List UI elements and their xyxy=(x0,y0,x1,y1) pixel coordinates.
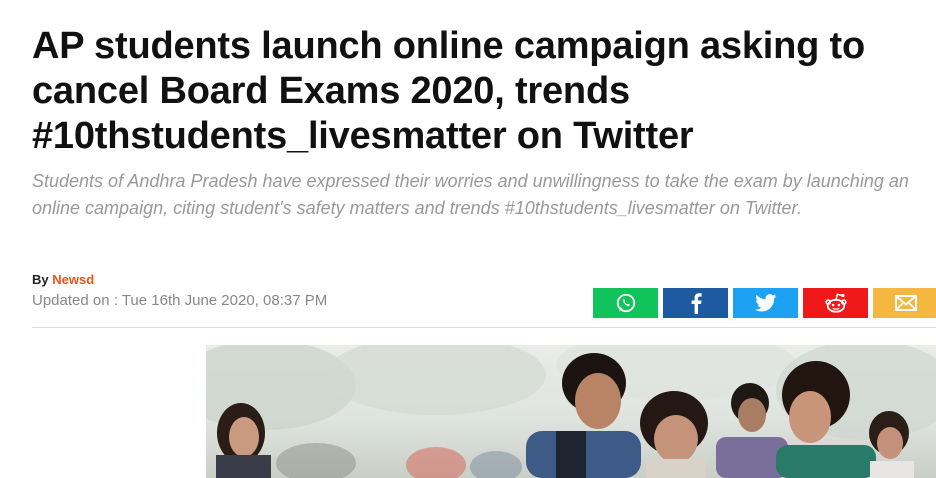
article-headline: AP students launch online campaign askin… xyxy=(32,25,865,157)
whatsapp-icon xyxy=(616,293,635,313)
share-whatsapp-button[interactable] xyxy=(593,288,658,318)
facebook-icon xyxy=(691,293,702,314)
share-reddit-button[interactable] xyxy=(803,288,868,318)
article: AP students launch online campaign askin… xyxy=(0,0,936,478)
updated-timestamp: Updated on : Tue 16th June 2020, 08:37 P… xyxy=(32,292,328,309)
share-bar xyxy=(593,288,936,318)
reddit-icon xyxy=(824,293,847,313)
share-twitter-button[interactable] xyxy=(733,288,798,318)
email-icon xyxy=(894,295,917,311)
divider xyxy=(32,327,936,328)
share-email-button[interactable] xyxy=(873,288,936,318)
byline: By Newsd xyxy=(32,272,94,287)
hero-image xyxy=(206,345,936,478)
byline-prefix: By xyxy=(32,272,49,287)
article-summary: Students of Andhra Pradesh have expresse… xyxy=(32,171,909,218)
author-link[interactable]: Newsd xyxy=(52,272,94,287)
students-photo xyxy=(206,345,936,478)
share-facebook-button[interactable] xyxy=(663,288,728,318)
twitter-icon xyxy=(754,294,776,312)
